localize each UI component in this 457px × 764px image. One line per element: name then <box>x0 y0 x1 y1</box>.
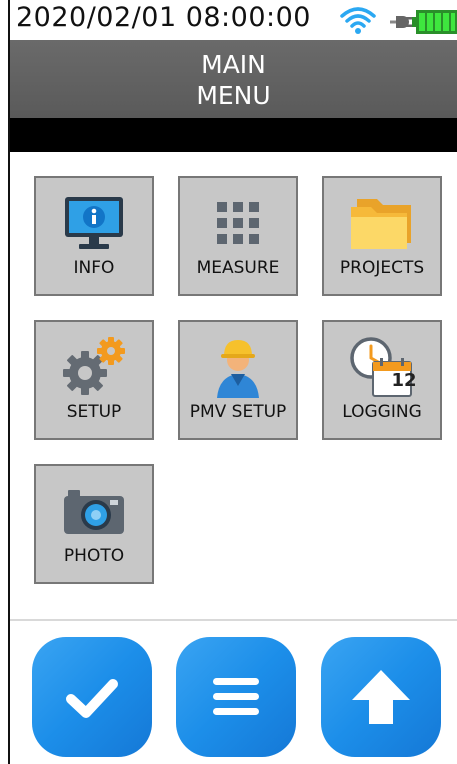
menu-grid: INFO MEASURE PROJECTS SETUP PMV SETUP 12… <box>10 152 457 619</box>
status-bar: 2020/02/01 08:00:00 <box>10 0 457 40</box>
clock-calendar-icon: 12 <box>324 336 440 398</box>
menu-item-label: LOGGING <box>342 402 422 422</box>
menu-item-label: SETUP <box>66 402 122 422</box>
menu-item-info[interactable]: INFO <box>34 176 154 296</box>
wifi-icon <box>340 6 376 40</box>
title-bar: MAIN MENU <box>10 40 457 118</box>
gears-icon <box>36 336 152 398</box>
calendar-day: 12 <box>391 370 417 391</box>
bottom-toolbar <box>10 621 457 764</box>
menu-button[interactable] <box>176 637 296 757</box>
device-screen: 2020/02/01 08:00:00 MAIN MENU INFO MEASU… <box>8 0 457 764</box>
folder-icon <box>324 192 440 254</box>
menu-item-label: MEASURE <box>196 258 280 278</box>
menu-item-label: PROJECTS <box>339 258 425 278</box>
checkmark-icon <box>66 679 118 718</box>
info-monitor-icon <box>36 192 152 254</box>
battery-icon <box>412 10 457 38</box>
menu-item-measure[interactable]: MEASURE <box>178 176 298 296</box>
plug-icon <box>390 14 412 34</box>
menu-item-pmv-setup[interactable]: PMV SETUP <box>178 320 298 440</box>
page-title-line1: MAIN <box>201 50 266 79</box>
up-arrow-icon <box>352 670 410 724</box>
menu-item-logging[interactable]: 12 LOGGING <box>322 320 442 440</box>
up-button[interactable] <box>321 637 441 757</box>
menu-item-photo[interactable]: PHOTO <box>34 464 154 584</box>
camera-icon <box>36 480 152 542</box>
hamburger-icon <box>213 678 259 715</box>
menu-item-label: INFO <box>73 258 115 278</box>
grid-icon <box>180 192 296 254</box>
worker-icon <box>180 336 296 398</box>
page-title-line2: MENU <box>196 81 271 110</box>
menu-item-label: PMV SETUP <box>189 402 287 422</box>
menu-item-setup[interactable]: SETUP <box>34 320 154 440</box>
menu-item-projects[interactable]: PROJECTS <box>322 176 442 296</box>
menu-item-label: PHOTO <box>63 546 125 566</box>
datetime: 2020/02/01 08:00:00 <box>16 2 311 33</box>
confirm-button[interactable] <box>32 637 152 757</box>
header-divider-bar <box>10 118 457 152</box>
